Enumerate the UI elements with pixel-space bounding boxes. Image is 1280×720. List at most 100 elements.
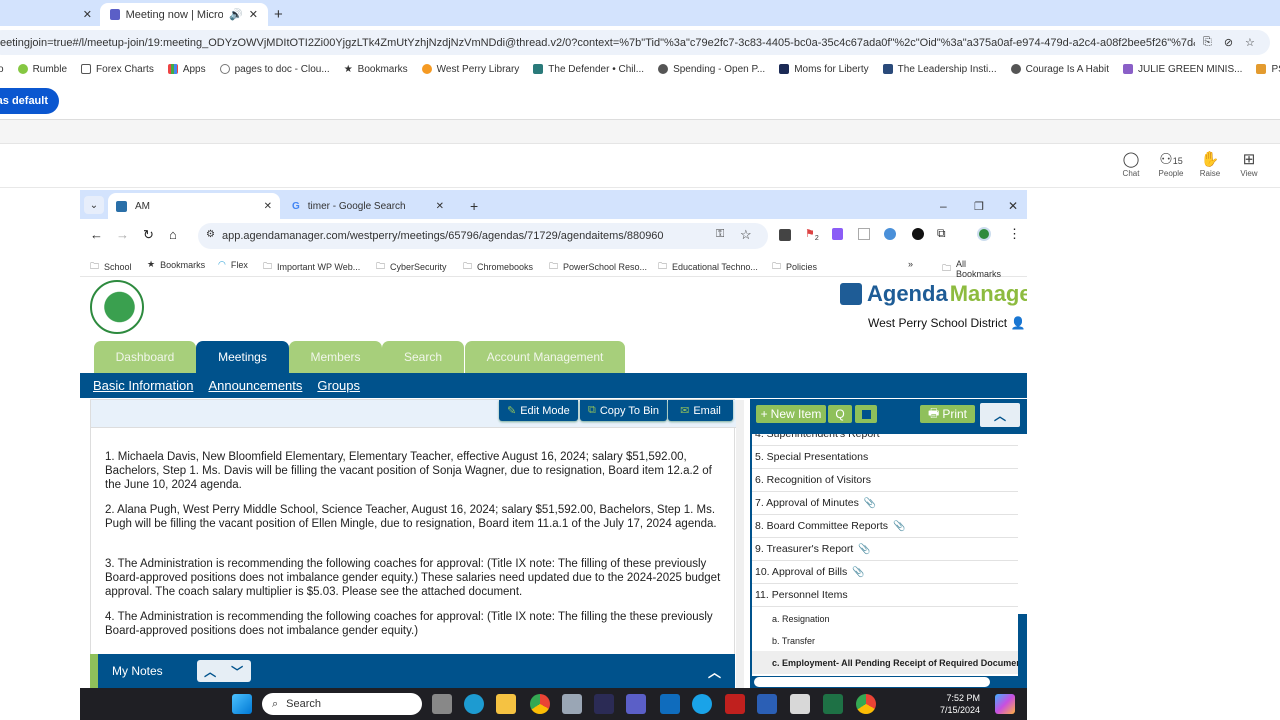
bookmark-flex[interactable]: ◠ Flex: [218, 259, 248, 270]
nav-tab-members[interactable]: Members: [289, 341, 382, 373]
forward-button[interactable]: →: [116, 227, 129, 242]
word-icon[interactable]: [757, 694, 777, 714]
file-explorer-icon[interactable]: [496, 694, 516, 714]
chevron-up-icon[interactable]: ︿: [204, 663, 216, 680]
agenda-item[interactable]: 6. Recognition of Visitors: [752, 469, 1018, 492]
email-button[interactable]: ✉ Email: [668, 400, 733, 421]
subnav-basic-information[interactable]: Basic Information: [93, 378, 193, 393]
bookmark-powerschool[interactable]: 🗀 PowerSchool Reso...: [549, 259, 647, 275]
sidebar-scrollbar[interactable]: [1018, 434, 1027, 614]
windows-start-icon[interactable]: [232, 694, 252, 714]
inner-url-field[interactable]: ⚙ app.agendamanager.com/westperry/meetin…: [198, 223, 768, 249]
subnav-announcements[interactable]: Announcements: [208, 378, 302, 393]
nav-tab-account-management[interactable]: Account Management: [465, 341, 625, 373]
agenda-item[interactable]: 10. Approval of Bills 📎: [752, 561, 1018, 584]
print-button[interactable]: 🖶 Print: [920, 405, 975, 423]
user-icon[interactable]: 👤: [1011, 316, 1026, 330]
excel-icon[interactable]: [823, 694, 843, 714]
new-item-button[interactable]: + New Item: [756, 405, 826, 423]
extension-badge-icon[interactable]: ⚑2: [805, 227, 819, 242]
attachment-icon[interactable]: 📎: [864, 498, 876, 509]
bookmarks-overflow-button[interactable]: »: [908, 259, 913, 269]
bookmark[interactable]: o: [0, 64, 4, 75]
edge-icon[interactable]: [464, 694, 484, 714]
outlook-icon[interactable]: [660, 694, 680, 714]
close-window-button[interactable]: ✕: [1000, 193, 1026, 219]
tab-search-button[interactable]: ⌄: [84, 196, 104, 214]
close-tab-icon[interactable]: ✕: [83, 8, 92, 21]
extension-dark-icon[interactable]: [912, 228, 924, 240]
outer-tab-teams-meeting[interactable]: Meeting now | Microsoft Te 🔊 ✕: [100, 3, 268, 26]
outer-url-field[interactable]: eetingjoin=true#/l/meetup-join/19:meetin…: [0, 30, 1270, 55]
bookmark-educational-techno[interactable]: 🗀 Educational Techno...: [658, 259, 758, 275]
star-icon[interactable]: ☆: [1245, 36, 1255, 49]
raise-hand-button[interactable]: ✋ Raise: [1193, 150, 1227, 178]
inner-tab-am[interactable]: AM ✕: [108, 193, 280, 219]
taskbar-search[interactable]: ⌕ Search: [262, 693, 422, 715]
bookmark-leadership-institute[interactable]: The Leadership Insti...: [882, 64, 997, 75]
more-menu-icon[interactable]: ⋮: [1008, 226, 1021, 242]
attachment-icon[interactable]: 📎: [893, 521, 905, 532]
attachment-icon[interactable]: 📎: [858, 544, 870, 555]
extension-purple-icon[interactable]: [832, 228, 843, 240]
bookmark-important-wp[interactable]: 🗀 Important WP Web...: [263, 259, 360, 275]
skype-icon[interactable]: [692, 694, 712, 714]
copilot-icon[interactable]: [995, 694, 1015, 714]
attachment-icon[interactable]: 📎: [852, 567, 864, 578]
bookmark-school[interactable]: 🗀 School: [90, 259, 132, 275]
agenda-item[interactable]: 9. Treasurer's Report 📎: [752, 538, 1018, 561]
chevron-down-icon[interactable]: ﹀: [231, 663, 243, 680]
pst-icon[interactable]: [594, 694, 614, 714]
bookmark-pages-to-doc[interactable]: pages to doc - Clou...: [219, 64, 330, 75]
reader-icon[interactable]: [858, 228, 870, 240]
bookmark-apps[interactable]: Apps: [167, 64, 206, 75]
q-button[interactable]: Q: [828, 405, 852, 423]
speaker-icon[interactable]: 🔊: [229, 8, 243, 21]
bookmark-west-perry-library[interactable]: West Perry Library: [421, 64, 519, 75]
all-bookmarks[interactable]: 🗀 All Bookmarks: [942, 259, 1013, 279]
chat-button[interactable]: ◯ Chat: [1114, 150, 1148, 178]
task-view-icon[interactable]: [432, 694, 452, 714]
outer-tab-previous[interactable]: ✕: [0, 3, 100, 26]
agenda-subitem[interactable]: a. Resignation: [752, 607, 1018, 630]
profile-avatar[interactable]: [977, 227, 991, 241]
agenda-item[interactable]: 8. Board Committee Reports 📎: [752, 515, 1018, 538]
bookmark-the-defender[interactable]: The Defender • Chil...: [533, 64, 644, 75]
copy-to-bin-button[interactable]: ⧉ Copy To Bin: [580, 400, 667, 421]
agenda-item[interactable]: 4. Superintendent's Report: [752, 434, 1018, 446]
bookmark-moms-for-liberty[interactable]: Moms for Liberty: [779, 64, 869, 75]
clock-extension-icon[interactable]: [884, 228, 896, 240]
install-app-icon[interactable]: ⎘: [1203, 36, 1212, 49]
agenda-item[interactable]: 7. Approval of Minutes 📎: [752, 492, 1018, 515]
inner-tab-timer[interactable]: G timer - Google Search ✕: [284, 193, 452, 219]
bookmark-forex-charts[interactable]: Forex Charts: [81, 64, 154, 75]
set-as-default-button[interactable]: et as default: [0, 88, 59, 114]
agenda-item[interactable]: 5. Special Presentations: [752, 446, 1018, 469]
reload-button[interactable]: ↻: [143, 227, 154, 243]
extension-icon[interactable]: [779, 229, 791, 241]
agenda-subitem[interactable]: c. Employment- All Pending Receipt of Re…: [752, 651, 1018, 674]
bookmark-rumble[interactable]: Rumble: [17, 64, 67, 75]
restore-button[interactable]: ❐: [966, 193, 992, 219]
bookmark-courage-is-a-habit[interactable]: Courage Is A Habit: [1010, 64, 1109, 75]
app-icon[interactable]: [562, 694, 582, 714]
site-info-icon[interactable]: ⚙: [206, 229, 215, 240]
agenda-subitem[interactable]: b. Transfer: [752, 629, 1018, 652]
app-icon[interactable]: [790, 694, 810, 714]
bookmark-julie-green[interactable]: JULIE GREEN MINIS...: [1123, 64, 1242, 75]
edit-mode-button[interactable]: ✎ Edit Mode: [499, 400, 578, 421]
close-tab-icon[interactable]: ✕: [249, 8, 258, 21]
home-button[interactable]: ⌂: [169, 227, 177, 242]
sidebar-horizontal-scrollbar[interactable]: [754, 677, 990, 687]
save-button[interactable]: [855, 405, 877, 423]
extensions-puzzle-icon[interactable]: ⧉: [937, 226, 946, 241]
star-icon[interactable]: ☆: [740, 227, 752, 243]
acrobat-icon[interactable]: [725, 694, 745, 714]
people-button[interactable]: ⚇15 People: [1154, 150, 1188, 178]
nav-tab-search[interactable]: Search: [382, 341, 464, 373]
bookmark-spending[interactable]: Spending - Open P...: [658, 64, 765, 75]
notes-expand-button[interactable]: ︿: [708, 662, 721, 681]
collapse-sidebar-button[interactable]: ︿: [980, 403, 1020, 427]
new-tab-button[interactable]: +: [274, 3, 283, 26]
chrome-icon[interactable]: [530, 694, 550, 714]
